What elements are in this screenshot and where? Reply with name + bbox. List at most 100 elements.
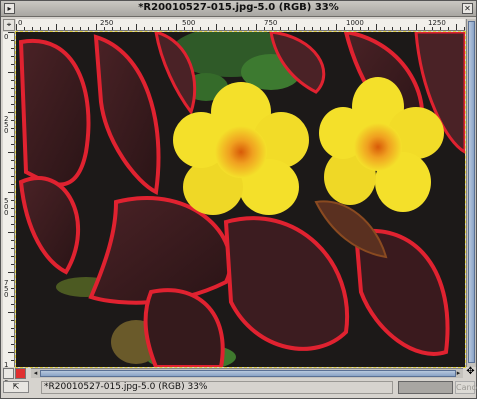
ruler-tick [376,24,377,30]
ruler-tick [400,27,401,30]
ruler-tick [136,24,137,30]
ruler-tick [11,344,14,345]
ruler-tick [272,27,273,30]
ruler-tick [320,27,321,30]
ruler-tick [152,27,153,30]
title-bar[interactable]: ▸ *R20010527-015.jpg-5.0 (RGB) 33% ✕ [1,1,476,17]
image-window: ▸ *R20010527-015.jpg-5.0 (RGB) 33% ✕ ⌖ 0… [0,0,477,399]
ruler-tick [312,27,313,30]
vertical-scrollbar[interactable] [466,19,476,367]
ruler-tick [96,24,97,30]
ruler-tick [456,24,457,30]
ruler-tick [224,27,225,30]
horizontal-ruler[interactable]: 0 250 500 750 1000 1250 [16,19,465,31]
quickmask-off-button[interactable] [3,368,14,379]
ruler-label: 750 [4,279,9,299]
ruler-tick [192,27,193,30]
vertical-scroll-thumb[interactable] [468,21,475,363]
close-button[interactable]: ✕ [462,3,473,14]
status-text: *R20010527-015.jpg-5.0 (RGB) 33% [41,381,393,394]
ruler-tick [8,272,14,273]
ruler-tick [200,27,201,30]
ruler-tick [360,27,361,30]
pointer-icon[interactable]: ⇱ [3,381,29,393]
cancel-button[interactable]: Cancel [455,381,477,394]
ruler-tick [8,32,14,33]
ruler-tick [256,24,257,30]
ruler-tick [11,168,14,169]
ruler-tick [168,27,169,30]
ruler-label: 1000 [346,19,364,27]
ruler-tick [48,27,49,30]
ruler-tick [80,27,81,30]
ruler-tick [344,27,345,30]
ruler-label: 0 [18,19,23,27]
ruler-tick [336,24,337,30]
window-title: *R20010527-015.jpg-5.0 (RGB) 33% [138,2,339,13]
ruler-tick [416,24,417,30]
ruler-tick [11,80,14,81]
ruler-tick [232,27,233,30]
ruler-label: 1250 [428,19,446,27]
ruler-tick [352,27,353,30]
ruler-tick [32,27,33,30]
ruler-tick [8,192,14,193]
horizontal-scroll-thumb[interactable] [40,370,456,377]
ruler-tick [240,27,241,30]
ruler-tick [11,176,14,177]
vertical-ruler[interactable]: 02505007501000 [3,32,15,387]
quickmask-on-button[interactable] [15,368,26,379]
ruler-label: 0 [4,33,9,41]
ruler-tick [448,27,449,30]
ruler-tick [11,136,14,137]
ruler-tick [72,27,73,30]
ruler-tick [296,24,297,30]
ruler-tick [11,64,14,65]
ruler-tick [8,152,14,153]
ruler-tick [368,27,369,30]
horizontal-scrollbar[interactable]: ◂ ▸ [31,368,463,378]
ruler-tick [328,27,329,30]
ruler-tick [11,40,14,41]
scroll-left-arrow-icon[interactable]: ◂ [31,369,40,378]
ruler-tick [64,27,65,30]
ruler-label: 500 [182,19,196,27]
ruler-tick [248,27,249,30]
ruler-tick [11,160,14,161]
ruler-label: 500 [4,197,9,217]
ruler-tick [216,24,217,30]
image-canvas[interactable] [15,31,466,368]
ruler-tick [288,27,289,30]
ruler-tick [440,27,441,30]
ruler-tick [408,27,409,30]
ruler-tick [11,96,14,97]
ruler-tick [144,27,145,30]
ruler-tick [11,248,14,249]
ruler-tick [11,104,14,105]
ruler-tick [464,27,465,30]
ruler-tick [160,27,161,30]
ruler-tick [128,27,129,30]
ruler-tick [11,216,14,217]
ruler-tick [11,240,14,241]
ruler-tick [11,360,14,361]
ruler-tick [40,27,41,30]
ruler-tick [11,320,14,321]
ruler-tick [304,27,305,30]
ruler-tick [24,27,25,30]
ruler-tick [11,224,14,225]
ruler-tick [384,27,385,30]
ruler-tick [11,328,14,329]
ruler-tick [424,27,425,30]
ruler-label: 250 [4,115,9,135]
ruler-tick [16,24,17,30]
ruler-tick [11,48,14,49]
navigate-icon[interactable]: ✥ [465,367,476,378]
photo-yellow-flowers [16,32,465,367]
ruler-tick [120,27,121,30]
ruler-tick [8,312,14,313]
ruler-tick [392,27,393,30]
ruler-tick [8,112,14,113]
rulers-corner-icon[interactable]: ⌖ [3,19,15,31]
scroll-right-arrow-icon[interactable]: ▸ [454,369,463,378]
